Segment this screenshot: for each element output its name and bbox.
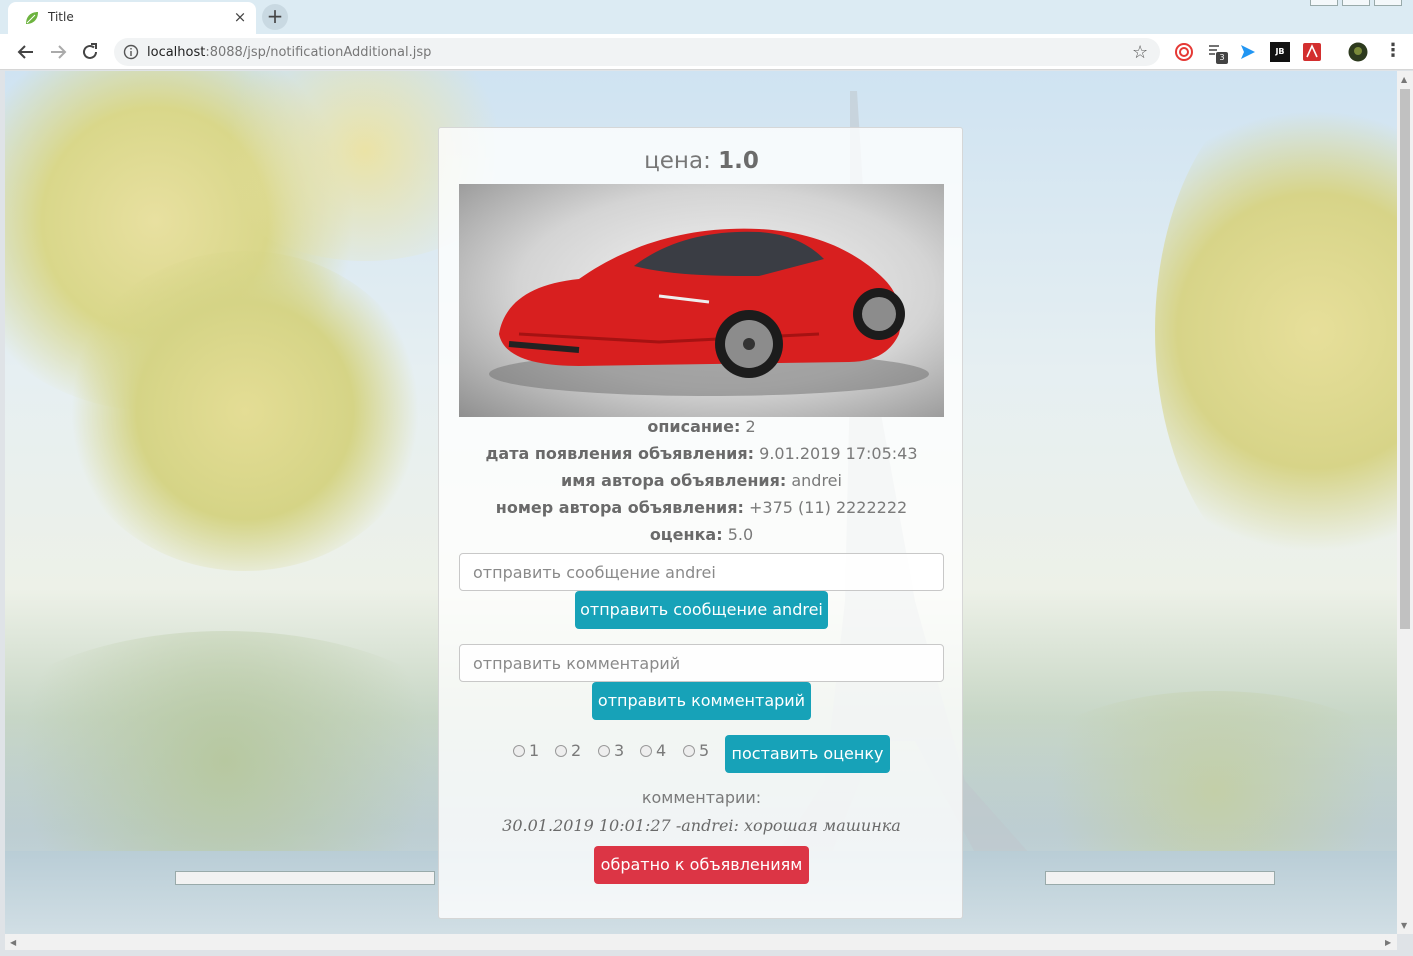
tab-title: Title xyxy=(48,10,74,24)
profile-avatar-icon[interactable] xyxy=(1348,42,1368,62)
url-text: localhost:8088/jsp/notificationAdditiona… xyxy=(147,45,432,60)
rating-value: 5.0 xyxy=(727,525,754,544)
author-phone-value: +375 (11) 2222222 xyxy=(748,498,908,517)
browser-menu-icon[interactable]: ⋮ xyxy=(1384,40,1402,64)
info-icon[interactable] xyxy=(123,44,139,60)
description-value: 2 xyxy=(745,417,756,436)
date-value: 9.01.2019 17:05:43 xyxy=(759,444,918,463)
send-comment-button[interactable]: отправить комментарий xyxy=(592,682,811,720)
author-name-value: andrei xyxy=(791,471,842,490)
window-restore-button[interactable] xyxy=(1342,0,1370,6)
rss-extension-icon[interactable]: 3 xyxy=(1206,42,1228,64)
rating-option-label: 5 xyxy=(699,741,710,760)
author-phone-label: номер автора объявления: xyxy=(495,498,744,517)
scroll-up-icon[interactable]: ▲ xyxy=(1401,75,1407,84)
extension-badge: 3 xyxy=(1216,52,1228,64)
car-photo xyxy=(459,184,944,417)
back-icon[interactable] xyxy=(14,40,38,64)
date-label: дата появления объявления: xyxy=(485,444,755,463)
browser-tab[interactable]: Title × xyxy=(8,2,256,34)
author-name-label: имя автора объявления: xyxy=(561,471,787,490)
comments-title: комментарии: xyxy=(641,788,762,807)
reload-icon[interactable] xyxy=(78,40,102,64)
tree-foliage-right xyxy=(1155,71,1397,591)
message-input[interactable]: отправить сообщение andrei xyxy=(459,553,944,591)
rating-radio-1[interactable] xyxy=(513,745,525,757)
boat xyxy=(175,871,435,885)
back-to-notices-button[interactable]: обратно к объявлениям xyxy=(594,846,809,884)
rating-label: оценка: xyxy=(649,525,723,544)
submit-rating-button[interactable]: поставить оценку xyxy=(725,735,890,773)
rating-radio-2[interactable] xyxy=(555,745,567,757)
notice-card: цена: 1.0 описание: 2 дата появления объ… xyxy=(438,127,963,919)
scroll-right-icon[interactable]: ▶ xyxy=(1385,938,1391,947)
rating-radio-5[interactable] xyxy=(683,745,695,757)
acrobat-extension-icon[interactable] xyxy=(1302,42,1322,62)
send-extension-icon[interactable] xyxy=(1238,42,1258,62)
author-phone-line: номер автора объявления: +375 (11) 22222… xyxy=(439,498,964,517)
vertical-scroll-thumb[interactable] xyxy=(1400,89,1410,629)
boat xyxy=(1045,871,1275,885)
red-sports-car-image xyxy=(489,228,929,396)
browser-tab-strip: Title × + xyxy=(0,0,1413,34)
description-line: описание: 2 xyxy=(439,417,964,436)
bookmark-star-icon[interactable]: ☆ xyxy=(1132,42,1148,63)
vertical-scrollbar[interactable]: ▲ ▼ xyxy=(1397,71,1413,934)
send-message-button[interactable]: отправить сообщение andrei xyxy=(575,591,828,629)
tree-foliage-left-lower xyxy=(65,251,425,571)
rating-radio-3[interactable] xyxy=(598,745,610,757)
scroll-left-icon[interactable]: ◀ xyxy=(10,938,16,947)
rating-option-label: 4 xyxy=(656,741,667,760)
price-heading: цена: 1.0 xyxy=(439,148,964,174)
rating-option-label: 1 xyxy=(529,741,540,760)
rating-option-label: 2 xyxy=(571,741,582,760)
rating-option-label: 3 xyxy=(614,741,625,760)
address-bar[interactable]: localhost:8088/jsp/notificationAdditiona… xyxy=(114,38,1160,66)
browser-toolbar: localhost:8088/jsp/notificationAdditiona… xyxy=(0,34,1413,70)
price-label: цена: xyxy=(644,148,711,174)
leaf-icon xyxy=(26,12,38,24)
price-value: 1.0 xyxy=(718,148,759,174)
comment-input[interactable]: отправить комментарий xyxy=(459,644,944,682)
tab-close-icon[interactable]: × xyxy=(230,7,250,27)
new-tab-button[interactable]: + xyxy=(262,4,288,30)
window-minimize-button[interactable] xyxy=(1310,0,1338,6)
comment-item: 30.01.2019 10:01:27 -andrei: хорошая маш… xyxy=(502,816,901,835)
scroll-down-icon[interactable]: ▼ xyxy=(1401,921,1407,930)
target-extension-icon[interactable] xyxy=(1174,42,1194,62)
author-name-line: имя автора объявления: andrei xyxy=(439,471,964,490)
description-label: описание: xyxy=(647,417,741,436)
date-line: дата появления объявления: 9.01.2019 17:… xyxy=(439,444,964,463)
horizontal-scrollbar[interactable]: ◀ ▶ xyxy=(5,934,1397,950)
rating-radio-4[interactable] xyxy=(640,745,652,757)
rating-line: оценка: 5.0 xyxy=(439,525,964,544)
jetbrains-extension-icon[interactable]: JB xyxy=(1270,42,1290,62)
forward-icon[interactable] xyxy=(46,40,70,64)
window-close-button[interactable] xyxy=(1374,0,1402,6)
